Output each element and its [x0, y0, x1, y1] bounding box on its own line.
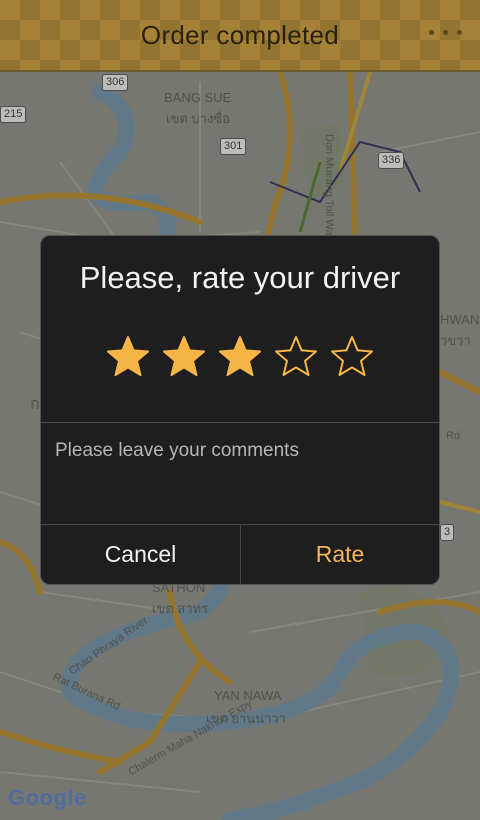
map-label-hwan-th: วขวา	[440, 333, 471, 348]
google-logo: Google	[8, 785, 87, 811]
route-shield: 306	[102, 74, 129, 91]
cancel-button[interactable]: Cancel	[41, 525, 240, 584]
route-shield: 336	[378, 152, 405, 169]
app-header: Order completed	[0, 0, 480, 72]
map-label-sathon-th: เขต สาทร	[152, 601, 209, 616]
more-dots-icon[interactable]	[429, 30, 462, 35]
map-label-bang-sue-th: เขต บางซื่อ	[166, 111, 230, 126]
dialog-title: Please, rate your driver	[79, 260, 401, 295]
rating-dialog: Please, rate your driver Cancel Rate	[40, 235, 440, 585]
map-label-bang-sue: BANG SUE	[164, 90, 232, 105]
rate-button[interactable]: Rate	[241, 525, 439, 584]
star-filled-icon[interactable]	[106, 335, 150, 379]
star-filled-icon[interactable]	[218, 335, 262, 379]
map-label-don-mueang: Don Mueang Toll Way	[323, 134, 335, 241]
map-label-rd: Rd	[446, 430, 461, 442]
star-empty-icon[interactable]	[330, 335, 374, 379]
comments-input[interactable]	[55, 440, 425, 500]
route-shield: 215	[0, 106, 27, 123]
star-rating[interactable]	[41, 335, 439, 379]
star-filled-icon[interactable]	[162, 335, 206, 379]
page-title: Order completed	[140, 20, 340, 50]
route-shield: 3	[440, 524, 455, 541]
map-label-letter: ก	[30, 396, 40, 413]
google-attribution-text: Google	[8, 785, 87, 810]
star-empty-icon[interactable]	[274, 335, 318, 379]
map-label-hwan: HWAN	[440, 312, 480, 327]
divider	[41, 422, 439, 423]
route-shield: 301	[220, 138, 247, 155]
